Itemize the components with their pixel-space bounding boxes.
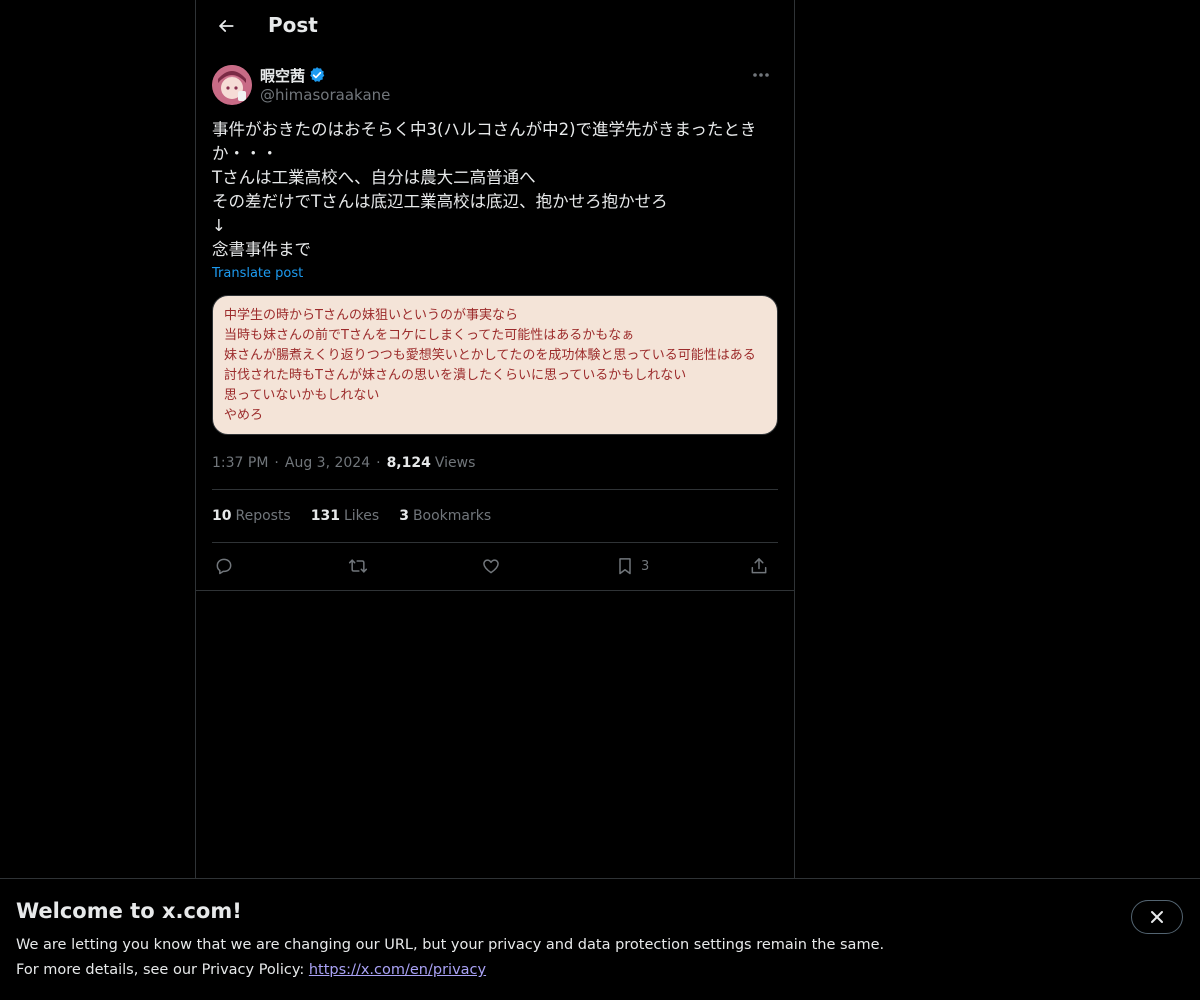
reposts-stat[interactable]: 10 Reposts (212, 508, 291, 524)
repost-icon (348, 559, 368, 573)
post-date[interactable]: Aug 3, 2024 (285, 455, 370, 471)
display-name[interactable]: 暇空茜 (260, 65, 305, 86)
bookmark-icon (619, 558, 631, 575)
avatar-image (212, 65, 252, 105)
likes-count: 131 (310, 508, 340, 524)
page-title: Post (268, 13, 318, 37)
likes-label: Likes (343, 508, 380, 524)
post-actions: 3 (212, 548, 778, 584)
avatar[interactable] (212, 65, 252, 105)
verified-badge-icon (310, 67, 325, 82)
views-label: Views (434, 455, 476, 471)
bookmarks-label: Bookmarks (412, 508, 492, 524)
post-image-text: 中学生の時からTさんの妹狙いというのが事実なら 当時も妹さんの前でTさんをコケに… (224, 308, 756, 423)
post-author: 暇空茜 @himasoraakane (212, 64, 778, 108)
share-button[interactable] (749, 548, 769, 584)
share-icon (751, 558, 767, 574)
handle[interactable]: @himasoraakane (260, 86, 390, 104)
bookmarks-stat[interactable]: 3 Bookmarks (399, 508, 491, 524)
post-image[interactable]: 中学生の時からTさんの妹狙いというのが事実なら 当時も妹さんの前でTさんをコケに… (212, 295, 778, 435)
views-count: 8,124 (386, 455, 431, 471)
reposts-count: 10 (212, 508, 232, 524)
display-name-row[interactable]: 暇空茜 (260, 65, 326, 85)
meta-separator: · (376, 455, 381, 471)
translate-post-link[interactable]: Translate post (212, 266, 303, 281)
bookmark-count: 3 (641, 558, 650, 574)
like-button[interactable] (481, 548, 501, 584)
bookmark-button[interactable]: 3 (615, 548, 649, 584)
like-icon (483, 559, 499, 574)
divider (212, 542, 778, 543)
more-icon (753, 73, 769, 77)
close-banner-button[interactable] (1131, 900, 1183, 934)
banner-privacy-prefix: For more details, see our Privacy Policy… (16, 962, 309, 978)
back-button[interactable] (208, 8, 244, 44)
banner-message: We are letting you know that we are chan… (16, 937, 885, 953)
post-stats: 10 Reposts 131 Likes 3 Bookmarks (212, 504, 511, 528)
welcome-banner: Welcome to x.com! We are letting you kno… (0, 878, 1200, 1000)
post-header: Post (196, 0, 794, 53)
reposts-label: Reposts (235, 508, 291, 524)
privacy-policy-link[interactable]: https://x.com/en/privacy (309, 962, 486, 978)
back-arrow-icon (219, 20, 234, 32)
post-time[interactable]: 1:37 PM (212, 455, 268, 471)
banner-privacy-line: For more details, see our Privacy Policy… (16, 962, 486, 978)
close-icon (1151, 911, 1163, 923)
repost-button[interactable] (348, 548, 368, 584)
primary-column: Post 暇空茜 @himasoraakane 事件がおきたのはおそらく中3(ハ… (195, 0, 795, 1000)
banner-title: Welcome to x.com! (16, 899, 242, 923)
likes-stat[interactable]: 131 Likes (311, 508, 379, 524)
divider (196, 590, 794, 591)
post-meta: 1:37 PM · Aug 3, 2024 · 8,124 Views (212, 453, 475, 473)
meta-separator: · (274, 455, 279, 471)
reply-icon (216, 558, 232, 575)
post-text: 事件がおきたのはおそらく中3(ハルコさんが中2)で進学先がきまったときか・・・ … (212, 120, 757, 259)
reply-button[interactable] (214, 548, 234, 584)
bookmarks-count: 3 (399, 508, 409, 524)
more-button[interactable] (744, 64, 778, 86)
divider (212, 489, 778, 490)
